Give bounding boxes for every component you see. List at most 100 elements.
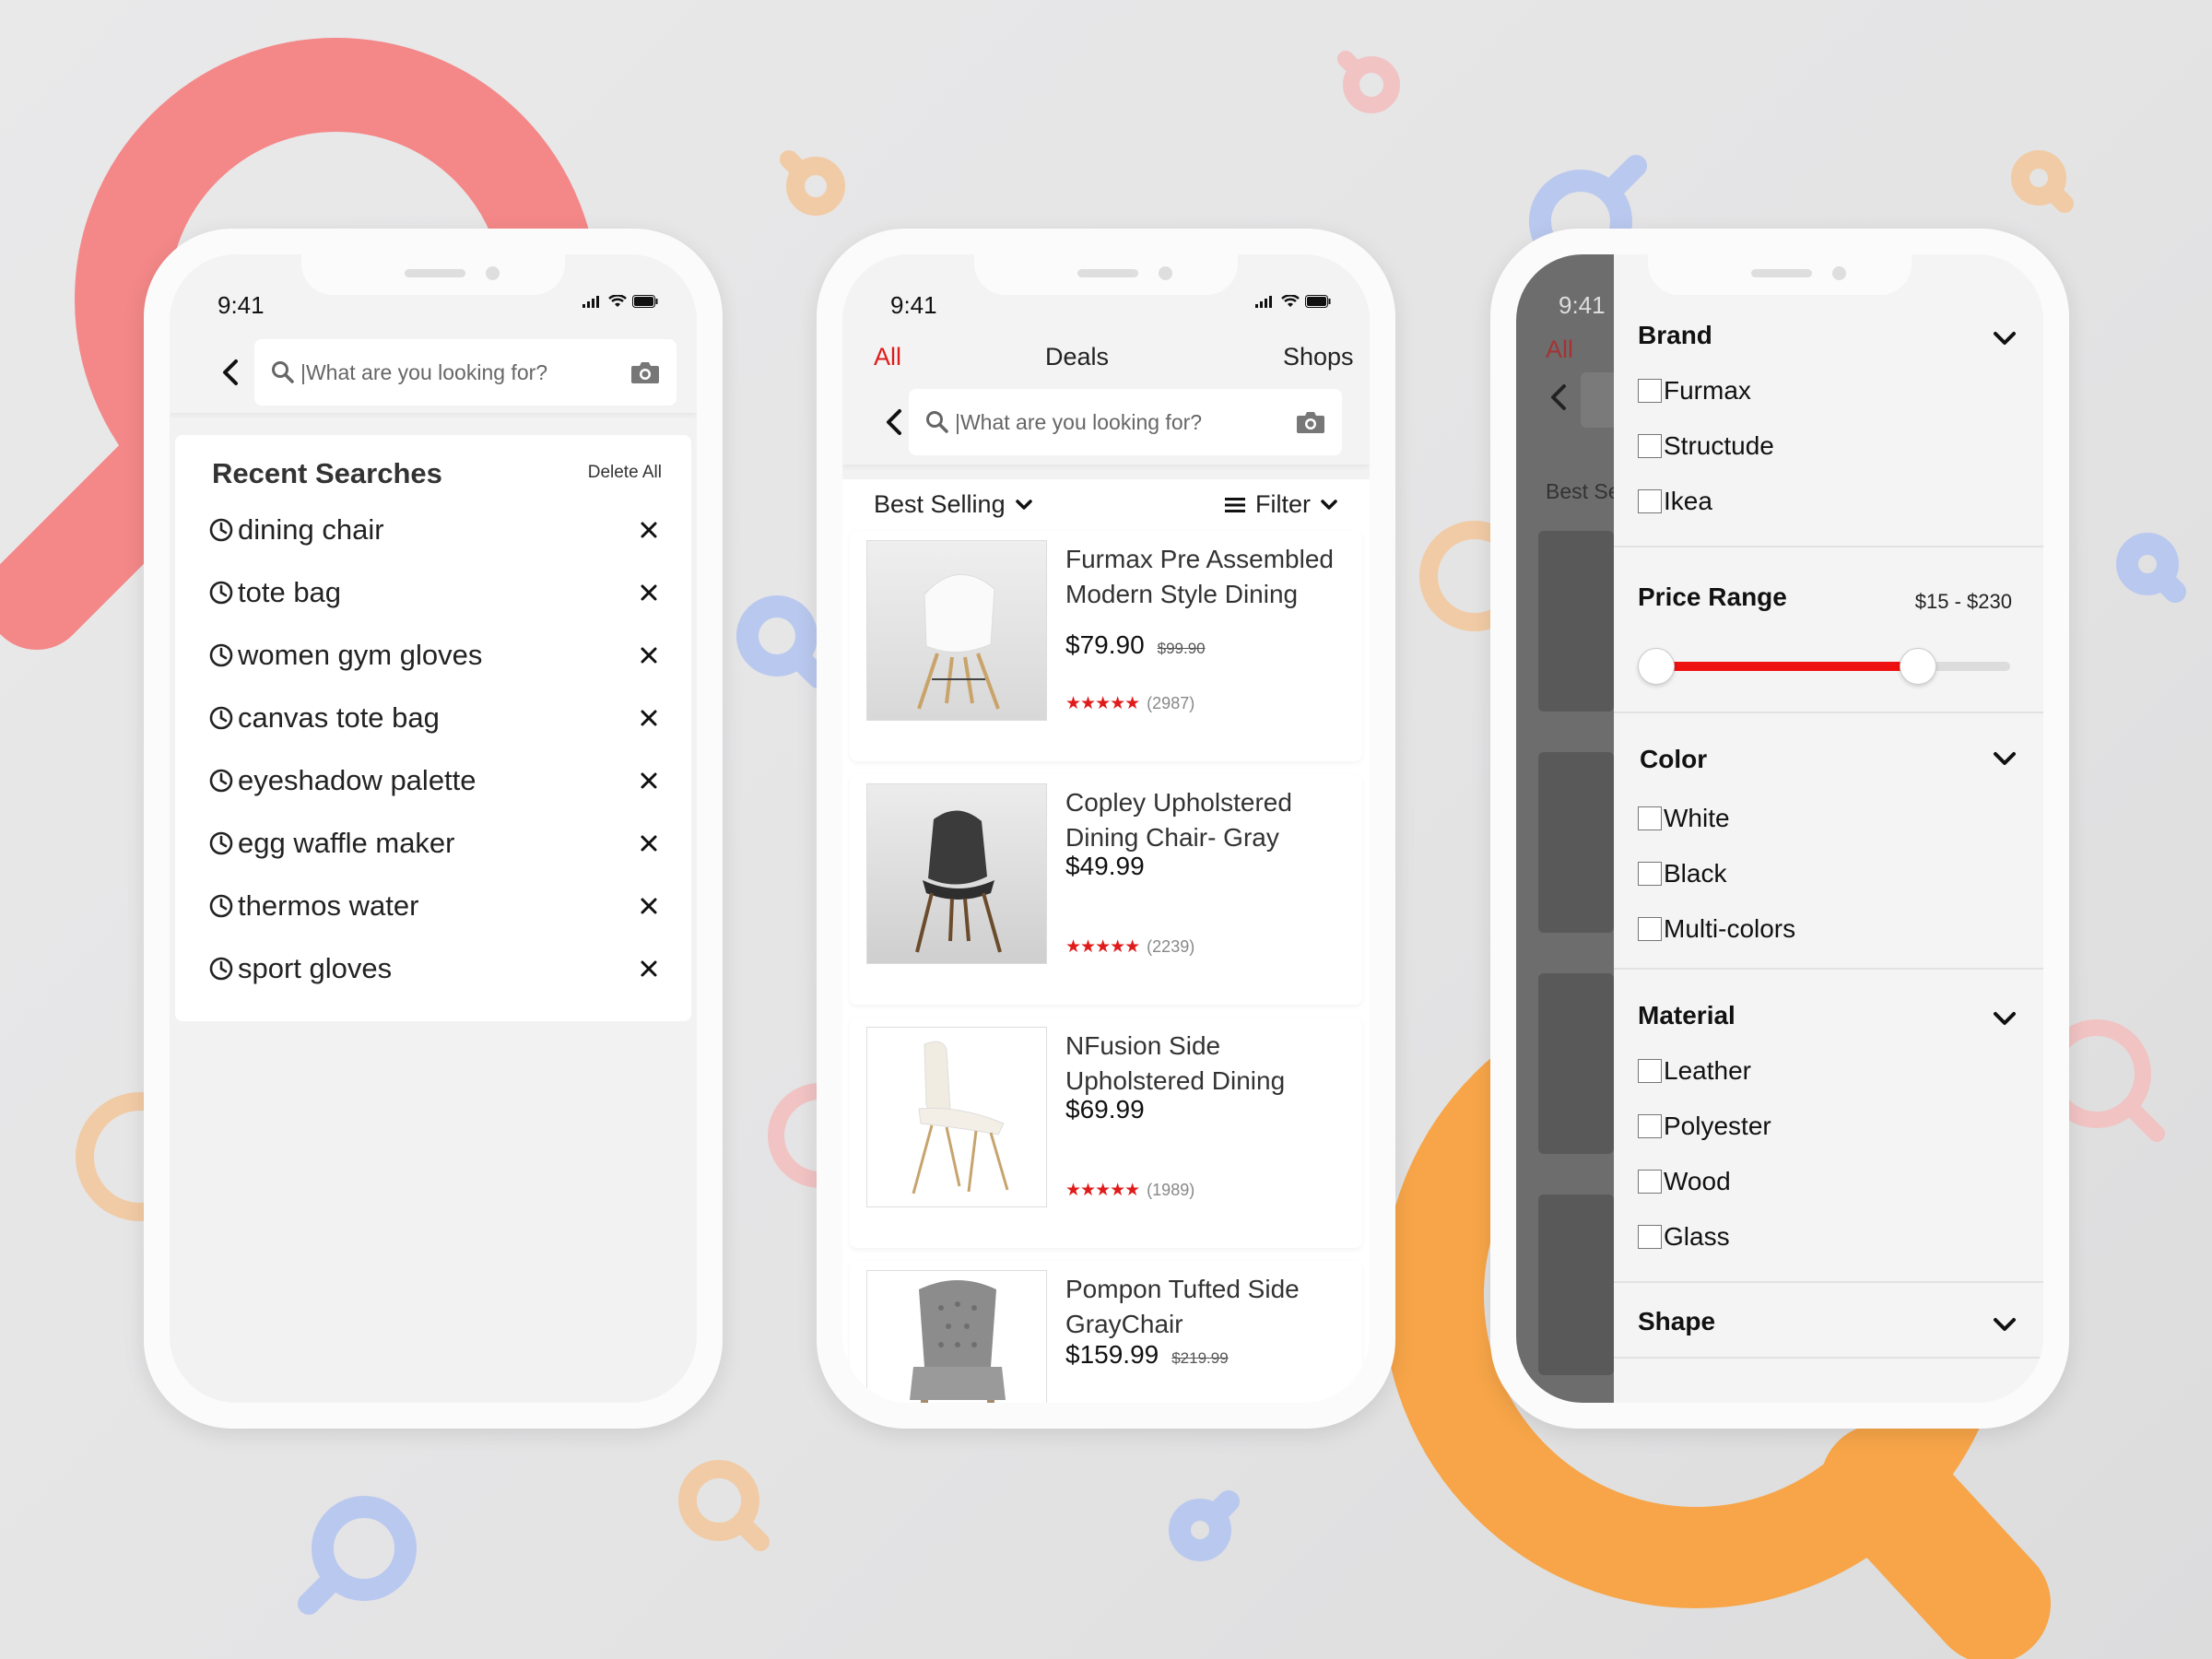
close-icon[interactable] (636, 893, 662, 919)
brand-option-checkbox[interactable]: Ikea (1638, 487, 1712, 516)
price-range-value: $15 - $230 (1914, 590, 2012, 613)
product-card[interactable]: Furmax Pre Assembled Modern Style Dining… (850, 531, 1362, 761)
dimmed-product-card (1538, 531, 1614, 712)
shape-section-title: Shape (1638, 1307, 1716, 1335)
close-icon[interactable] (636, 517, 662, 543)
material-section-title: Material (1638, 1001, 1735, 1030)
delete-all-button[interactable]: Delete All (588, 463, 662, 483)
camera-icon[interactable] (630, 360, 660, 384)
status-time: 9:41 (218, 291, 265, 319)
brand-option-checkbox[interactable]: Structude (1638, 431, 1774, 461)
product-old-price: $99.90 (1157, 640, 1206, 657)
material-chevron-down-icon[interactable] (1992, 1010, 2018, 1029)
price-range-slider[interactable] (1638, 648, 2010, 685)
tab-shops[interactable]: Shops (1283, 343, 1354, 371)
close-icon[interactable] (636, 768, 662, 794)
product-name: Copley Upholstered Dining Chair- Gray (1065, 788, 1292, 852)
sort-label: Best Selling (874, 490, 1006, 518)
dimmed-product-card (1538, 1194, 1614, 1375)
section-divider (1614, 546, 2043, 547)
phone-product-listing: 9:41 All Deals Shops |What are you looki… (817, 229, 1395, 1429)
material-option-checkbox[interactable]: Glass (1638, 1222, 1730, 1252)
clock-icon (208, 768, 234, 794)
color-option-checkbox[interactable]: Black (1638, 859, 1726, 888)
price-min-handle[interactable] (1638, 648, 1675, 685)
brand-option-label: Ikea (1664, 487, 1712, 515)
search-input[interactable]: |What are you looking for? (254, 339, 677, 406)
dimmed-product-card (1538, 973, 1614, 1154)
filter-button[interactable]: Filter (1224, 490, 1338, 519)
clock-icon (208, 705, 234, 731)
recent-search-label: women gym gloves (238, 639, 483, 671)
color-chevron-down-icon[interactable] (1992, 750, 2018, 769)
close-icon[interactable] (636, 580, 662, 606)
recent-search-item[interactable]: women gym gloves (208, 632, 669, 678)
clock-icon (208, 893, 234, 919)
recent-search-item[interactable]: canvas tote bag (208, 695, 669, 741)
dimmed-search-box (1581, 372, 1618, 428)
back-button[interactable] (877, 404, 911, 441)
checkbox-icon (1638, 1059, 1662, 1083)
color-section-title: Color (1640, 745, 1708, 773)
dimmed-chevron-left-icon (1551, 384, 1566, 410)
product-card[interactable]: Pompon Tufted Side GrayChair $159.99 $21… (850, 1261, 1362, 1403)
brand-chevron-down-icon[interactable] (1992, 330, 2018, 348)
brand-section-title: Brand (1638, 321, 1712, 349)
review-count: (2239) (1147, 937, 1195, 956)
material-option-checkbox[interactable]: Leather (1638, 1056, 1751, 1086)
camera-icon[interactable] (1296, 410, 1325, 434)
dimmed-background-overlay[interactable]: 9:41 All Best Se (1516, 254, 1620, 1403)
recent-search-item[interactable]: sport gloves (208, 946, 669, 992)
checkbox-icon (1638, 917, 1662, 941)
color-option-checkbox[interactable]: White (1638, 804, 1730, 833)
tab-deals[interactable]: Deals (1045, 343, 1109, 371)
product-rating: ★★★★★ (2239) (1065, 936, 1194, 958)
recent-search-item[interactable]: thermos water (208, 883, 669, 929)
close-icon[interactable] (636, 830, 662, 856)
chevron-left-icon (223, 359, 238, 385)
recent-search-label: sport gloves (238, 952, 393, 984)
search-icon (271, 360, 295, 384)
material-option-label: Polyester (1664, 1112, 1771, 1140)
dimmed-status-time: 9:41 (1559, 291, 1606, 319)
product-price: $49.99 (1065, 852, 1145, 880)
status-icons (582, 295, 658, 308)
material-option-label: Wood (1664, 1167, 1731, 1195)
section-divider (1614, 712, 2043, 713)
product-image-gray-upholstered-chair (866, 783, 1047, 964)
shape-chevron-down-icon[interactable] (1992, 1316, 2018, 1335)
tab-all[interactable]: All (874, 343, 901, 371)
close-icon[interactable] (636, 705, 662, 731)
back-button[interactable] (214, 354, 247, 391)
sort-dropdown[interactable]: Best Selling (874, 490, 1033, 519)
clock-icon (208, 956, 234, 982)
recent-search-item[interactable]: dining chair (208, 507, 669, 553)
search-icon (925, 410, 949, 434)
product-card[interactable]: NFusion Side Upholstered Dining $69.99 ★… (850, 1018, 1362, 1248)
status-icons (1255, 295, 1331, 308)
recent-search-item[interactable]: tote bag (208, 570, 669, 616)
material-option-checkbox[interactable]: Polyester (1638, 1112, 1771, 1141)
status-time: 9:41 (890, 291, 937, 319)
search-input[interactable]: |What are you looking for? (909, 389, 1342, 455)
phone-filter-panel: 9:41 All Best Se Brand Furmax Structude Ik… (1490, 229, 2069, 1429)
color-option-checkbox[interactable]: Multi-colors (1638, 914, 1795, 944)
close-icon[interactable] (636, 956, 662, 982)
wifi-icon (608, 295, 627, 307)
chevron-down-icon (1015, 499, 1032, 510)
product-card[interactable]: Copley Upholstered Dining Chair- Gray $4… (850, 774, 1362, 1005)
material-option-checkbox[interactable]: Wood (1638, 1167, 1731, 1196)
recent-search-item[interactable]: egg waffle maker (208, 820, 669, 866)
product-price-row: $49.99 (1065, 852, 1145, 881)
product-price-row: $69.99 (1065, 1095, 1145, 1124)
recent-search-label: dining chair (238, 513, 384, 546)
brand-option-checkbox[interactable]: Furmax (1638, 376, 1751, 406)
recent-search-label: tote bag (238, 576, 342, 608)
filter-panel: Brand Furmax Structude Ikea Price Range $1… (1614, 254, 2043, 1403)
product-name: NFusion Side Upholstered Dining (1065, 1031, 1286, 1095)
checkbox-icon (1638, 489, 1662, 513)
close-icon[interactable] (636, 642, 662, 668)
price-max-handle[interactable] (1900, 648, 1937, 685)
recent-search-item[interactable]: eyeshadow palette (208, 758, 669, 804)
price-range-fill (1656, 662, 1919, 671)
